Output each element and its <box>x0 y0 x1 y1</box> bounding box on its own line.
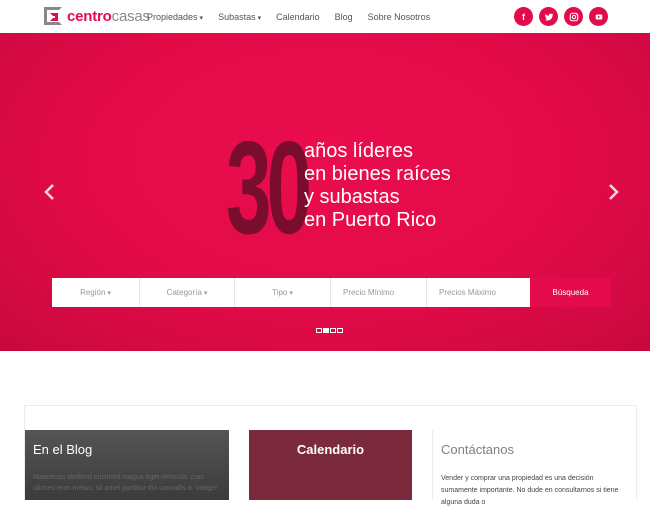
nav-item-label: Sobre Nosotros <box>367 11 431 22</box>
hero-big-number: 30 <box>226 114 312 261</box>
precio-minimo-input[interactable]: Precio Mínimo <box>331 278 427 307</box>
logo-text-part1: centro <box>67 7 112 25</box>
slider-prev-arrow-icon[interactable] <box>43 183 57 201</box>
chevron-down-icon: ▾ <box>289 289 293 297</box>
nav-item-calendario[interactable]: Calendario <box>276 12 320 22</box>
search-button[interactable]: Búsqueda <box>530 278 611 307</box>
blog-card-excerpt: Maecenas eleifend euismod magna eget veh… <box>33 474 218 492</box>
hero-tagline-line: y subastas <box>304 186 400 208</box>
site-header: centrocasas Propiedades ▾ Subastas ▾ Calen… <box>0 0 650 33</box>
blog-card-title: En el Blog <box>33 442 93 457</box>
chevron-down-icon: ▾ <box>199 14 204 22</box>
main-nav: Propiedades ▾ Subastas ▾ Calendario Blog S… <box>147 0 445 33</box>
contact-card-title: Contáctanos <box>441 442 514 457</box>
slider-dot[interactable] <box>337 328 343 333</box>
nav-item-label: Calendario <box>276 11 320 22</box>
nav-item-subastas[interactable]: Subastas ▾ <box>218 12 261 22</box>
hero-tagline-line: en Puerto Rico <box>304 209 437 231</box>
slider-dot[interactable] <box>316 328 322 333</box>
contact-card-text: Vender y comprar una propiedad es una de… <box>441 475 619 506</box>
logo-text: centrocasas <box>67 8 150 25</box>
nav-item-blog[interactable]: Blog <box>335 12 353 22</box>
hero-slider: 30 años líderes en bienes raíces y subas… <box>0 33 650 351</box>
categoria-select[interactable]: Categoría ▾ <box>140 278 235 307</box>
logo-mark-icon <box>44 7 62 25</box>
nav-item-sobre-nosotros[interactable]: Sobre Nosotros <box>368 12 431 22</box>
nav-item-label: Subastas <box>218 11 256 22</box>
blog-card[interactable]: En el Blog Maecenas eleifend euismod mag… <box>25 430 229 500</box>
chevron-down-icon: ▾ <box>257 14 262 22</box>
logo[interactable]: centrocasas <box>44 6 150 26</box>
slider-pagination <box>316 328 344 333</box>
nav-item-label: Propiedades <box>147 11 198 22</box>
chevron-down-icon: ▾ <box>203 289 208 297</box>
nav-item-propiedades[interactable]: Propiedades ▾ <box>147 12 203 22</box>
precio-maximo-input[interactable]: Precios Máximo <box>427 278 530 307</box>
chevron-down-icon: ▾ <box>107 289 111 297</box>
slider-dot[interactable] <box>330 328 336 333</box>
slider-dot-active[interactable] <box>323 328 329 333</box>
calendar-card-title: Calendario <box>296 442 365 457</box>
hero-tagline-line: en bienes raíces <box>304 163 451 185</box>
slider-next-arrow-icon[interactable] <box>606 183 620 201</box>
hero-tagline: años líderes en bienes raíces y subastas… <box>304 140 451 232</box>
youtube-icon[interactable] <box>589 7 608 26</box>
instagram-icon[interactable] <box>564 7 583 26</box>
contact-card: Contáctanos Vender y comprar una propied… <box>432 430 632 506</box>
tipo-select[interactable]: Tipo ▾ <box>235 278 331 307</box>
region-select[interactable]: Región ▾ <box>52 278 140 307</box>
facebook-icon[interactable]: f <box>514 7 533 26</box>
nav-item-label: Blog <box>334 11 353 22</box>
twitter-icon[interactable] <box>539 7 558 26</box>
calendar-card[interactable]: Calendario <box>249 430 412 500</box>
social-links: f <box>508 7 608 26</box>
property-search-bar: Región ▾ Categoría ▾ Tipo ▾ Precio Mínimo P… <box>52 278 611 307</box>
logo-text-part2: casas <box>111 7 150 25</box>
hero-tagline-line: años líderes <box>304 140 413 162</box>
